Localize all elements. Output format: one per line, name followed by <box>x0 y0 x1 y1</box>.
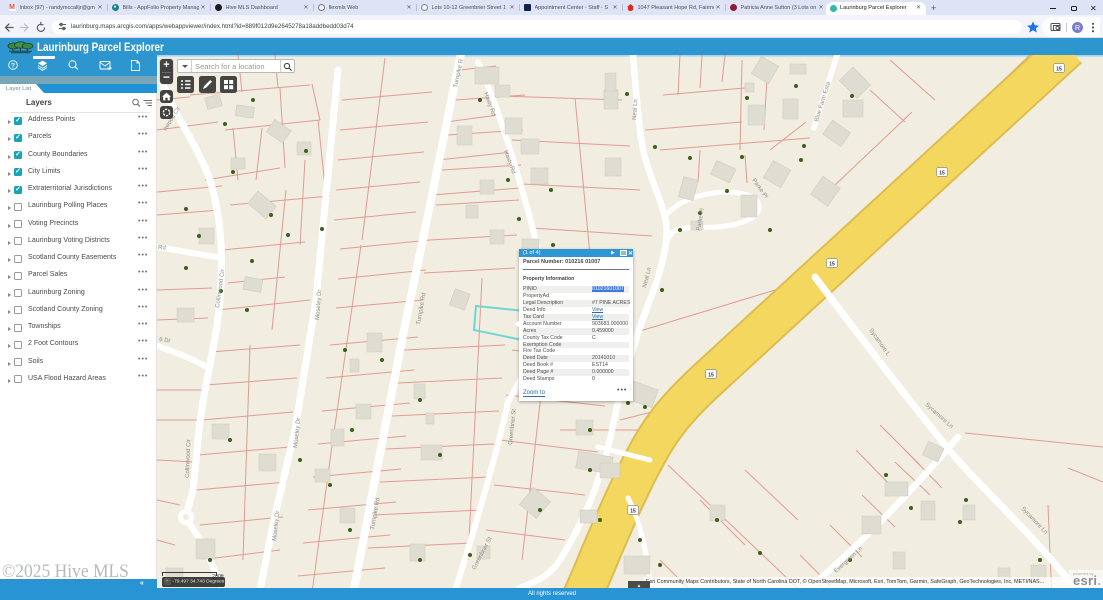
svg-text:15: 15 <box>939 171 945 177</box>
svg-text:15: 15 <box>1056 67 1062 73</box>
svg-text:15: 15 <box>829 262 835 268</box>
svg-text:?: ? <box>11 62 15 69</box>
svg-text:15: 15 <box>630 509 636 515</box>
svg-text:Rd: Rd <box>158 245 166 252</box>
svg-text:15: 15 <box>708 373 714 379</box>
svg-text:R: R <box>1075 25 1080 32</box>
